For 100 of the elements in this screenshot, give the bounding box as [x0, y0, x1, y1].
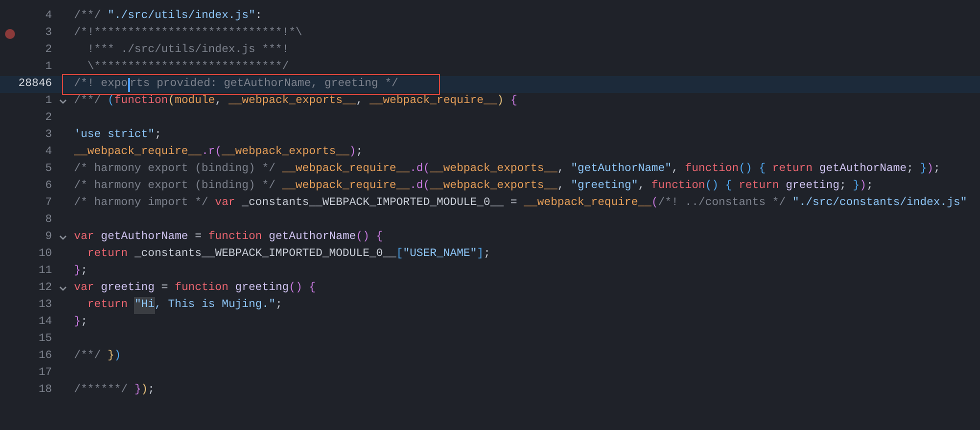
- code-token: .d: [410, 162, 424, 178]
- code-token: var: [74, 281, 94, 296]
- code-token: __webpack_require__: [369, 94, 498, 110]
- code-token: (: [423, 162, 430, 178]
- code-token: __webpack_require__: [282, 178, 410, 194]
- code-token: (: [215, 144, 222, 160]
- line-number: 14: [38, 315, 52, 330]
- line-number: 3: [45, 128, 52, 144]
- code-comment: /* harmony import */: [74, 196, 210, 212]
- code-token: }: [108, 348, 114, 364]
- code-string: , This is Mujing.": [154, 298, 276, 314]
- line-number: 11: [38, 264, 52, 280]
- fold-chevron-icon[interactable]: [59, 98, 67, 104]
- code-token: _constants__WEBPACK_IMPORTED_MODULE_0__ =: [240, 196, 518, 212]
- code-token: __webpack_exports__: [222, 144, 350, 160]
- code-token: ,: [638, 179, 646, 194]
- line-number: 9: [45, 230, 52, 246]
- code-token: greeting: [234, 280, 289, 296]
- code-token: ;: [484, 247, 490, 262]
- code-token: }: [852, 178, 860, 194]
- code-string: "getAuthorName": [570, 162, 672, 178]
- code-token: return: [738, 179, 780, 194]
- code-token: () {: [705, 178, 732, 194]
- code-token: }: [74, 314, 81, 330]
- line-number: 28846: [18, 77, 52, 92]
- code-comment: /*! ../constants */: [658, 196, 787, 212]
- line-number: 10: [38, 247, 52, 262]
- code-token: ,: [215, 94, 223, 110]
- code-token: }: [920, 162, 927, 178]
- line-number: 2: [45, 111, 52, 126]
- code-token: getAuthorName: [819, 162, 907, 178]
- code-token: .d: [410, 178, 424, 194]
- code-token: ;: [148, 383, 155, 398]
- code-token: ): [860, 178, 866, 194]
- code-token: ]: [476, 246, 484, 262]
- code-token: (: [651, 196, 658, 212]
- code-token: ): [114, 348, 122, 364]
- code-token: greeting: [786, 178, 840, 194]
- line-number: 8: [45, 213, 52, 228]
- line-number: 5: [45, 162, 52, 178]
- fold-chevron-icon[interactable]: [59, 286, 67, 292]
- code-string: "Hi: [134, 297, 155, 314]
- code-token: function: [651, 178, 706, 194]
- code-token: __webpack_require__: [282, 162, 410, 178]
- code-token: var: [215, 196, 236, 212]
- code-token: ): [141, 382, 148, 398]
- text-cursor: [128, 78, 130, 92]
- code-token: function: [208, 230, 262, 246]
- code-token: () {: [738, 162, 766, 178]
- code-string: 'use strict": [74, 128, 155, 144]
- code-comment: /**/: [74, 94, 102, 110]
- code-comment: /******/: [74, 382, 129, 398]
- code-token: ;: [866, 179, 874, 194]
- code-string: "./src/constants/index.js": [792, 196, 967, 212]
- code-token: ,: [557, 180, 566, 194]
- code-string: "USER_NAME": [403, 246, 477, 262]
- code-token: getAuthorName: [100, 230, 190, 246]
- code-comment: /*!****************************!*\: [74, 26, 302, 42]
- line-number: 12: [38, 281, 52, 296]
- code-comment: /* harmony export (binding) */: [74, 162, 276, 178]
- code-token: ): [926, 162, 934, 178]
- code-comment: /*! expo: [74, 76, 128, 92]
- code-token: greeting: [100, 280, 156, 296]
- code-comment: \****************************/: [86, 60, 289, 76]
- code-token: ,: [356, 94, 364, 110]
- line-number: 4: [45, 9, 52, 24]
- code-token: ;: [80, 315, 88, 330]
- code-token: ;: [356, 145, 363, 160]
- code-token: function: [114, 94, 168, 110]
- code-token: ;: [933, 162, 940, 178]
- code-token: function: [174, 280, 228, 296]
- code-comment: /* harmony export (binding) */: [74, 178, 276, 194]
- line-number: 18: [38, 383, 52, 398]
- code-token: return: [771, 162, 814, 178]
- code-token: _constants__WEBPACK_IMPORTED_MODULE_0__: [134, 247, 396, 262]
- code-token: (: [108, 94, 114, 110]
- code-token: __webpack_exports__: [430, 178, 558, 194]
- code-token: () {: [288, 280, 316, 296]
- code-token: module: [174, 94, 216, 110]
- code-token: :: [255, 9, 262, 24]
- code-token: ;: [154, 128, 162, 144]
- code-token: var: [74, 230, 94, 246]
- code-comment: !*** ./src/utils/index.js ***!: [86, 42, 289, 58]
- code-token: __webpack_require__: [74, 144, 202, 160]
- code-token: [: [396, 246, 403, 262]
- fold-chevron-icon[interactable]: [59, 234, 67, 240]
- code-token: {: [509, 94, 518, 110]
- code-token: (: [423, 178, 430, 194]
- code-comment: /**/: [74, 8, 102, 24]
- code-token: () {: [356, 230, 383, 246]
- code-token: .r: [202, 145, 215, 160]
- code-token: __webpack_require__: [524, 196, 652, 212]
- code-token: ,: [557, 163, 566, 178]
- code-comment: /**/: [74, 348, 102, 364]
- line-number: 15: [38, 332, 52, 348]
- code-token: =: [194, 230, 203, 246]
- code-token: __webpack_exports__: [430, 162, 558, 178]
- code-token: ;: [839, 179, 848, 194]
- line-number: 17: [38, 366, 52, 382]
- line-number: 16: [38, 349, 52, 364]
